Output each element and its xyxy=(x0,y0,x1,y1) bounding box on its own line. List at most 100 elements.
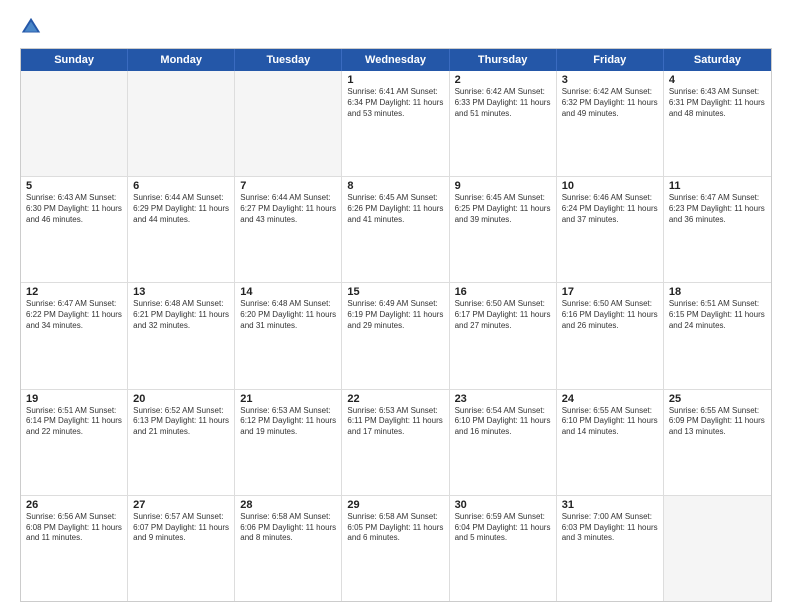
calendar-row-4: 26Sunrise: 6:56 AM Sunset: 6:08 PM Dayli… xyxy=(21,496,771,601)
cell-info: Sunrise: 6:53 AM Sunset: 6:12 PM Dayligh… xyxy=(240,406,336,438)
day-number: 31 xyxy=(562,499,658,511)
day-number: 2 xyxy=(455,74,551,86)
cell-info: Sunrise: 6:43 AM Sunset: 6:31 PM Dayligh… xyxy=(669,87,766,119)
calendar-cell-7: 7Sunrise: 6:44 AM Sunset: 6:27 PM Daylig… xyxy=(235,177,342,282)
calendar-cell-16: 16Sunrise: 6:50 AM Sunset: 6:17 PM Dayli… xyxy=(450,283,557,388)
cell-info: Sunrise: 6:55 AM Sunset: 6:10 PM Dayligh… xyxy=(562,406,658,438)
calendar-body: 1Sunrise: 6:41 AM Sunset: 6:34 PM Daylig… xyxy=(21,71,771,601)
logo xyxy=(20,16,46,38)
calendar-cell-22: 22Sunrise: 6:53 AM Sunset: 6:11 PM Dayli… xyxy=(342,390,449,495)
day-number: 22 xyxy=(347,393,443,405)
weekday-header-sunday: Sunday xyxy=(21,49,128,71)
day-number: 10 xyxy=(562,180,658,192)
calendar-cell-9: 9Sunrise: 6:45 AM Sunset: 6:25 PM Daylig… xyxy=(450,177,557,282)
day-number: 17 xyxy=(562,286,658,298)
day-number: 19 xyxy=(26,393,122,405)
day-number: 27 xyxy=(133,499,229,511)
day-number: 13 xyxy=(133,286,229,298)
calendar-cell-25: 25Sunrise: 6:55 AM Sunset: 6:09 PM Dayli… xyxy=(664,390,771,495)
cell-info: Sunrise: 6:57 AM Sunset: 6:07 PM Dayligh… xyxy=(133,512,229,544)
calendar-cell-17: 17Sunrise: 6:50 AM Sunset: 6:16 PM Dayli… xyxy=(557,283,664,388)
calendar-cell-empty xyxy=(21,71,128,176)
day-number: 4 xyxy=(669,74,766,86)
calendar-cell-15: 15Sunrise: 6:49 AM Sunset: 6:19 PM Dayli… xyxy=(342,283,449,388)
calendar-cell-27: 27Sunrise: 6:57 AM Sunset: 6:07 PM Dayli… xyxy=(128,496,235,601)
calendar-cell-11: 11Sunrise: 6:47 AM Sunset: 6:23 PM Dayli… xyxy=(664,177,771,282)
calendar-row-1: 5Sunrise: 6:43 AM Sunset: 6:30 PM Daylig… xyxy=(21,177,771,283)
cell-info: Sunrise: 6:50 AM Sunset: 6:16 PM Dayligh… xyxy=(562,299,658,331)
cell-info: Sunrise: 6:58 AM Sunset: 6:06 PM Dayligh… xyxy=(240,512,336,544)
calendar-cell-2: 2Sunrise: 6:42 AM Sunset: 6:33 PM Daylig… xyxy=(450,71,557,176)
calendar-cell-empty xyxy=(128,71,235,176)
calendar-cell-18: 18Sunrise: 6:51 AM Sunset: 6:15 PM Dayli… xyxy=(664,283,771,388)
calendar: SundayMondayTuesdayWednesdayThursdayFrid… xyxy=(20,48,772,602)
calendar-row-0: 1Sunrise: 6:41 AM Sunset: 6:34 PM Daylig… xyxy=(21,71,771,177)
day-number: 28 xyxy=(240,499,336,511)
day-number: 16 xyxy=(455,286,551,298)
calendar-cell-29: 29Sunrise: 6:58 AM Sunset: 6:05 PM Dayli… xyxy=(342,496,449,601)
calendar-row-3: 19Sunrise: 6:51 AM Sunset: 6:14 PM Dayli… xyxy=(21,390,771,496)
day-number: 14 xyxy=(240,286,336,298)
weekday-header-monday: Monday xyxy=(128,49,235,71)
day-number: 23 xyxy=(455,393,551,405)
cell-info: Sunrise: 6:52 AM Sunset: 6:13 PM Dayligh… xyxy=(133,406,229,438)
day-number: 9 xyxy=(455,180,551,192)
calendar-cell-23: 23Sunrise: 6:54 AM Sunset: 6:10 PM Dayli… xyxy=(450,390,557,495)
cell-info: Sunrise: 6:47 AM Sunset: 6:22 PM Dayligh… xyxy=(26,299,122,331)
day-number: 18 xyxy=(669,286,766,298)
calendar-row-2: 12Sunrise: 6:47 AM Sunset: 6:22 PM Dayli… xyxy=(21,283,771,389)
page: SundayMondayTuesdayWednesdayThursdayFrid… xyxy=(0,0,792,612)
cell-info: Sunrise: 6:44 AM Sunset: 6:29 PM Dayligh… xyxy=(133,193,229,225)
calendar-cell-14: 14Sunrise: 6:48 AM Sunset: 6:20 PM Dayli… xyxy=(235,283,342,388)
calendar-cell-empty xyxy=(664,496,771,601)
cell-info: Sunrise: 6:42 AM Sunset: 6:33 PM Dayligh… xyxy=(455,87,551,119)
calendar-cell-3: 3Sunrise: 6:42 AM Sunset: 6:32 PM Daylig… xyxy=(557,71,664,176)
cell-info: Sunrise: 6:43 AM Sunset: 6:30 PM Dayligh… xyxy=(26,193,122,225)
calendar-header: SundayMondayTuesdayWednesdayThursdayFrid… xyxy=(21,49,771,71)
cell-info: Sunrise: 6:54 AM Sunset: 6:10 PM Dayligh… xyxy=(455,406,551,438)
cell-info: Sunrise: 6:49 AM Sunset: 6:19 PM Dayligh… xyxy=(347,299,443,331)
cell-info: Sunrise: 6:45 AM Sunset: 6:25 PM Dayligh… xyxy=(455,193,551,225)
day-number: 26 xyxy=(26,499,122,511)
cell-info: Sunrise: 6:59 AM Sunset: 6:04 PM Dayligh… xyxy=(455,512,551,544)
day-number: 7 xyxy=(240,180,336,192)
cell-info: Sunrise: 6:47 AM Sunset: 6:23 PM Dayligh… xyxy=(669,193,766,225)
day-number: 24 xyxy=(562,393,658,405)
calendar-cell-13: 13Sunrise: 6:48 AM Sunset: 6:21 PM Dayli… xyxy=(128,283,235,388)
cell-info: Sunrise: 6:51 AM Sunset: 6:15 PM Dayligh… xyxy=(669,299,766,331)
calendar-cell-10: 10Sunrise: 6:46 AM Sunset: 6:24 PM Dayli… xyxy=(557,177,664,282)
day-number: 30 xyxy=(455,499,551,511)
weekday-header-friday: Friday xyxy=(557,49,664,71)
weekday-header-tuesday: Tuesday xyxy=(235,49,342,71)
day-number: 25 xyxy=(669,393,766,405)
cell-info: Sunrise: 6:56 AM Sunset: 6:08 PM Dayligh… xyxy=(26,512,122,544)
calendar-cell-6: 6Sunrise: 6:44 AM Sunset: 6:29 PM Daylig… xyxy=(128,177,235,282)
cell-info: Sunrise: 6:45 AM Sunset: 6:26 PM Dayligh… xyxy=(347,193,443,225)
weekday-header-thursday: Thursday xyxy=(450,49,557,71)
day-number: 3 xyxy=(562,74,658,86)
cell-info: Sunrise: 6:51 AM Sunset: 6:14 PM Dayligh… xyxy=(26,406,122,438)
cell-info: Sunrise: 6:50 AM Sunset: 6:17 PM Dayligh… xyxy=(455,299,551,331)
cell-info: Sunrise: 6:42 AM Sunset: 6:32 PM Dayligh… xyxy=(562,87,658,119)
day-number: 11 xyxy=(669,180,766,192)
day-number: 12 xyxy=(26,286,122,298)
calendar-cell-26: 26Sunrise: 6:56 AM Sunset: 6:08 PM Dayli… xyxy=(21,496,128,601)
calendar-cell-1: 1Sunrise: 6:41 AM Sunset: 6:34 PM Daylig… xyxy=(342,71,449,176)
weekday-header-saturday: Saturday xyxy=(664,49,771,71)
weekday-header-wednesday: Wednesday xyxy=(342,49,449,71)
header xyxy=(20,16,772,38)
calendar-cell-19: 19Sunrise: 6:51 AM Sunset: 6:14 PM Dayli… xyxy=(21,390,128,495)
cell-info: Sunrise: 6:46 AM Sunset: 6:24 PM Dayligh… xyxy=(562,193,658,225)
calendar-cell-12: 12Sunrise: 6:47 AM Sunset: 6:22 PM Dayli… xyxy=(21,283,128,388)
cell-info: Sunrise: 6:53 AM Sunset: 6:11 PM Dayligh… xyxy=(347,406,443,438)
calendar-cell-21: 21Sunrise: 6:53 AM Sunset: 6:12 PM Dayli… xyxy=(235,390,342,495)
calendar-cell-8: 8Sunrise: 6:45 AM Sunset: 6:26 PM Daylig… xyxy=(342,177,449,282)
cell-info: Sunrise: 7:00 AM Sunset: 6:03 PM Dayligh… xyxy=(562,512,658,544)
calendar-cell-5: 5Sunrise: 6:43 AM Sunset: 6:30 PM Daylig… xyxy=(21,177,128,282)
cell-info: Sunrise: 6:48 AM Sunset: 6:21 PM Dayligh… xyxy=(133,299,229,331)
cell-info: Sunrise: 6:41 AM Sunset: 6:34 PM Dayligh… xyxy=(347,87,443,119)
calendar-cell-30: 30Sunrise: 6:59 AM Sunset: 6:04 PM Dayli… xyxy=(450,496,557,601)
calendar-cell-empty xyxy=(235,71,342,176)
day-number: 29 xyxy=(347,499,443,511)
day-number: 21 xyxy=(240,393,336,405)
